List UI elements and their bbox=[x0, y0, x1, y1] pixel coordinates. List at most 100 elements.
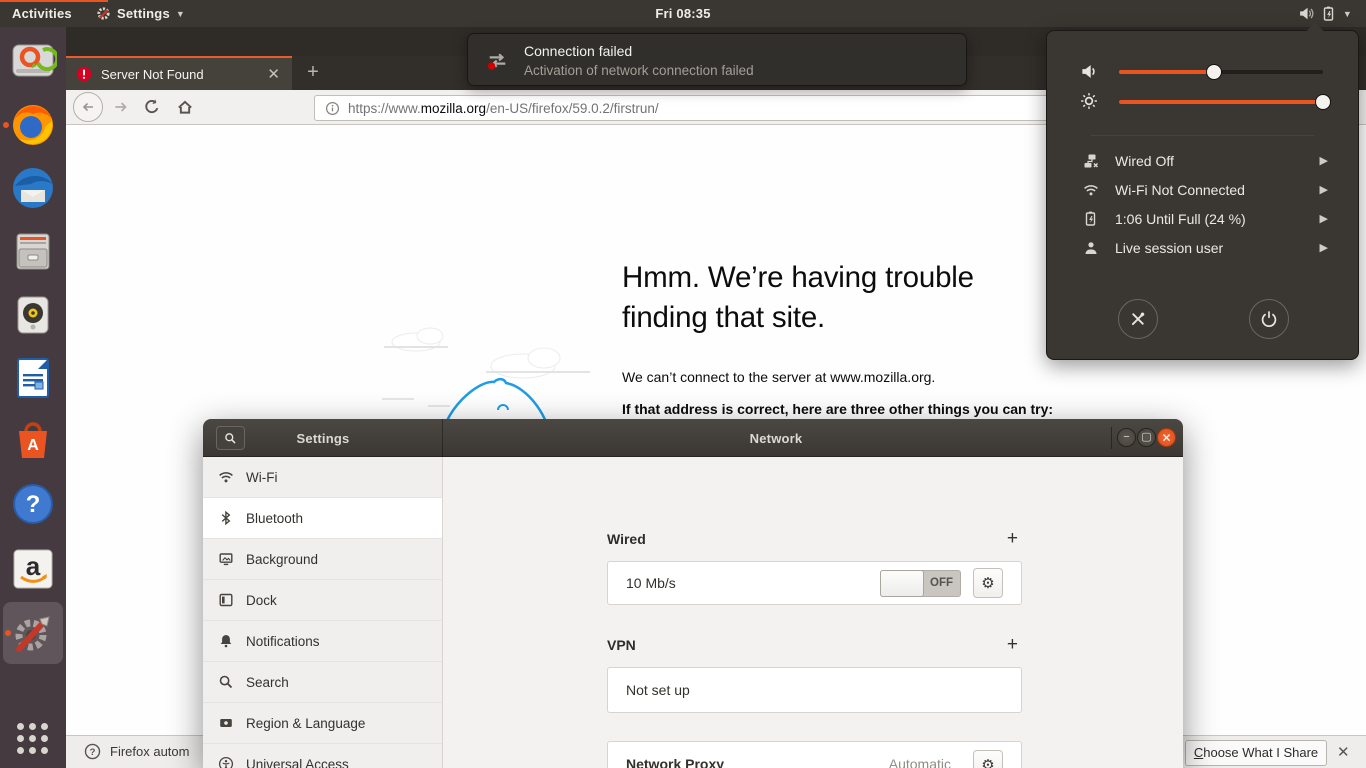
settings-page-title: Network bbox=[749, 430, 803, 446]
system-settings-button[interactable] bbox=[1118, 299, 1158, 339]
add-vpn-button[interactable]: + bbox=[1007, 634, 1018, 656]
power-button[interactable] bbox=[1249, 299, 1289, 339]
settings-icon bbox=[15, 616, 50, 652]
dock-item-rhythmbox[interactable] bbox=[9, 291, 57, 339]
brightness-handle[interactable] bbox=[1315, 94, 1331, 110]
dock-item-install-ubuntu[interactable] bbox=[9, 36, 57, 84]
menu-item-user[interactable]: Live session user ▶ bbox=[1047, 233, 1360, 262]
volume-icon bbox=[1300, 7, 1314, 20]
app-menu-button[interactable]: Settings ▼ bbox=[96, 0, 185, 27]
new-tab-button[interactable]: + bbox=[296, 56, 330, 90]
sidebar-item-universal-access[interactable]: Universal Access bbox=[203, 744, 442, 768]
background-icon bbox=[219, 553, 233, 566]
submenu-arrow-icon: ▶ bbox=[1319, 213, 1328, 225]
dock-item-files[interactable] bbox=[9, 227, 57, 275]
dock-item-settings-active[interactable] bbox=[3, 602, 63, 664]
sidebar-item-background[interactable]: Background bbox=[203, 539, 442, 580]
proxy-settings-button[interactable]: ⚙ bbox=[973, 750, 1003, 768]
rhythmbox-icon bbox=[17, 296, 49, 334]
show-applications-button[interactable] bbox=[15, 721, 51, 757]
svg-text:?: ? bbox=[90, 747, 96, 758]
sidebar-item-dock[interactable]: Dock bbox=[203, 580, 442, 621]
forward-icon bbox=[115, 102, 127, 112]
dock-item-thunderbird[interactable] bbox=[9, 164, 57, 212]
wired-settings-button[interactable]: ⚙ bbox=[973, 568, 1003, 598]
wired-off-icon bbox=[1084, 154, 1099, 168]
tab-server-not-found[interactable]: Server Not Found ✕ bbox=[66, 56, 292, 90]
toggle-handle[interactable] bbox=[880, 570, 924, 597]
libreoffice-writer-icon bbox=[17, 358, 49, 398]
dock-item-libreoffice-writer[interactable] bbox=[9, 354, 57, 402]
system-menu: Wired Off ▶ Wi-Fi Not Connected ▶ 1:06 U… bbox=[1046, 22, 1360, 360]
brightness-fill bbox=[1119, 100, 1323, 104]
clock[interactable]: Fri 08:35 bbox=[0, 0, 1366, 27]
error-heading: Hmm. We’re having trouble finding that s… bbox=[622, 261, 974, 334]
reload-button[interactable] bbox=[143, 98, 161, 116]
sidebar-item-bluetooth[interactable]: Bluetooth bbox=[203, 498, 442, 539]
notification-body: Activation of network connection failed bbox=[524, 63, 754, 78]
menu-item-battery[interactable]: 1:06 Until Full (24 %) ▶ bbox=[1047, 204, 1360, 233]
help-icon[interactable]: ? bbox=[84, 743, 101, 760]
toggle-state: OFF bbox=[930, 577, 953, 589]
back-button[interactable] bbox=[73, 92, 103, 122]
minimize-button[interactable]: − bbox=[1117, 428, 1136, 447]
vpn-status: Not set up bbox=[626, 682, 690, 698]
wired-card[interactable]: 10 Mb/s OFF ⚙ bbox=[607, 561, 1022, 605]
close-button[interactable]: ✕ bbox=[1157, 428, 1176, 447]
vpn-card[interactable]: Not set up bbox=[607, 667, 1022, 713]
sidebar-item-notifications[interactable]: Notifications bbox=[203, 621, 442, 662]
home-button[interactable] bbox=[176, 98, 194, 116]
network-proxy-card[interactable]: Network Proxy Automatic ⚙ bbox=[607, 741, 1022, 768]
wired-toggle[interactable]: OFF bbox=[880, 570, 961, 597]
settings-app-title: Settings bbox=[296, 430, 350, 446]
sidebar-item-wifi[interactable]: Wi-Fi bbox=[203, 457, 442, 498]
dock: A ? a bbox=[0, 27, 66, 768]
maximize-button[interactable]: ▢ bbox=[1137, 428, 1156, 447]
brightness-slider[interactable] bbox=[1119, 94, 1331, 110]
menu-item-wifi[interactable]: Wi-Fi Not Connected ▶ bbox=[1047, 175, 1360, 204]
submenu-arrow-icon: ▶ bbox=[1319, 184, 1328, 196]
dock-item-firefox[interactable] bbox=[3, 101, 57, 149]
notification-bar-close-icon[interactable]: ✕ bbox=[1337, 743, 1350, 761]
dock-item-help[interactable]: ? bbox=[9, 480, 57, 528]
settings-sidebar: Wi-Fi Bluetooth Background Dock Notifica… bbox=[203, 457, 443, 768]
settings-titlebar[interactable]: Settings Network − ▢ ✕ bbox=[203, 419, 1183, 457]
install-ubuntu-icon bbox=[12, 44, 57, 77]
wifi-icon bbox=[1084, 184, 1098, 195]
brightness-icon bbox=[1081, 93, 1097, 109]
dock-item-ubuntu-software[interactable]: A bbox=[9, 416, 57, 464]
dock-item-amazon[interactable]: a bbox=[9, 545, 57, 593]
amazon-icon: a bbox=[13, 549, 53, 589]
chevron-down-icon: ▼ bbox=[1342, 8, 1352, 19]
submenu-arrow-icon: ▶ bbox=[1319, 155, 1328, 167]
connection-sync-error-icon bbox=[487, 53, 506, 70]
menu-item-wired[interactable]: Wired Off ▶ bbox=[1047, 146, 1360, 175]
volume-handle[interactable] bbox=[1206, 64, 1222, 80]
dock-item-settings[interactable] bbox=[9, 609, 57, 657]
add-wired-button[interactable]: + bbox=[1007, 528, 1018, 550]
bluetooth-icon bbox=[221, 510, 231, 526]
choose-what-i-share-button[interactable]: Choose What I Share bbox=[1185, 740, 1327, 766]
notification-bar-text: Firefox autom bbox=[110, 744, 190, 759]
notification-toast[interactable]: Connection failed Activation of network … bbox=[467, 33, 967, 86]
settings-app-icon bbox=[97, 7, 110, 20]
proxy-label: Network Proxy bbox=[626, 756, 725, 768]
activities-button[interactable]: Activities bbox=[12, 0, 72, 27]
reload-icon bbox=[145, 99, 159, 114]
wired-speed: 10 Mb/s bbox=[626, 575, 676, 591]
site-info-icon[interactable] bbox=[325, 101, 340, 116]
titlebar-separator bbox=[1111, 427, 1112, 449]
search-icon bbox=[219, 675, 233, 689]
proxy-value: Automatic bbox=[888, 756, 951, 768]
tab-title: Server Not Found bbox=[101, 66, 204, 82]
network-panel: Wired + 10 Mb/s OFF ⚙ VPN + Not set up N… bbox=[443, 457, 1183, 768]
system-indicators[interactable]: ▼ bbox=[1298, 0, 1352, 27]
sidebar-item-search[interactable]: Search bbox=[203, 662, 442, 703]
forward-button[interactable] bbox=[112, 98, 130, 116]
notification-title: Connection failed bbox=[524, 43, 633, 59]
tab-close-icon[interactable]: ✕ bbox=[267, 65, 280, 83]
sidebar-item-region-language[interactable]: Region & Language bbox=[203, 703, 442, 744]
error-line1: We can’t connect to the server at www.mo… bbox=[622, 369, 936, 385]
wired-section-header: Wired + bbox=[607, 528, 1018, 550]
volume-slider[interactable] bbox=[1119, 64, 1323, 80]
